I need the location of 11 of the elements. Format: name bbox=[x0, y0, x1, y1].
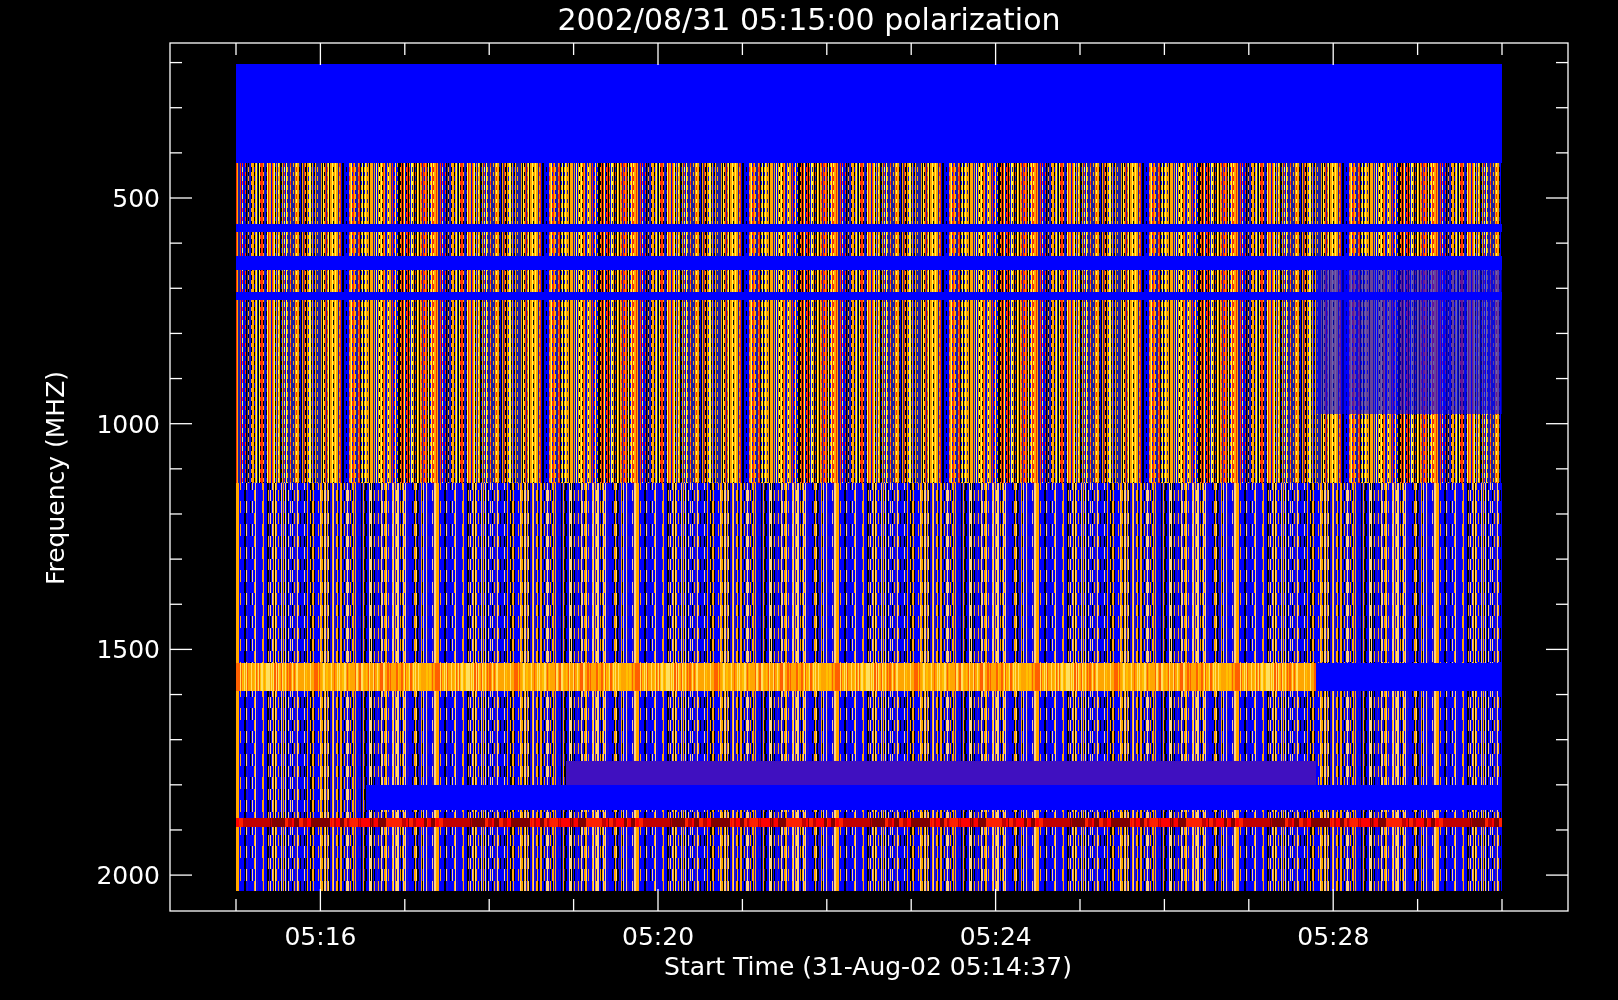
y-axis-label: Frequency (MHZ) bbox=[41, 370, 70, 586]
x-axis-label: Start Time (31-Aug-02 05:14:37) bbox=[664, 952, 1072, 981]
x-tick-label: 05:28 bbox=[1297, 922, 1370, 951]
y-tick-label: 2000 bbox=[96, 861, 160, 891]
y-tick-label: 1500 bbox=[96, 635, 160, 665]
y-tick-label: 500 bbox=[112, 184, 160, 213]
y-tick-label: 1000 bbox=[96, 409, 160, 439]
plot-title: 2002/08/31 05:15:00 polarization bbox=[557, 2, 1061, 37]
x-tick-label: 05:20 bbox=[622, 922, 695, 951]
x-tick-label: 05:24 bbox=[959, 922, 1032, 951]
x-tick-label: 05:16 bbox=[284, 922, 357, 951]
